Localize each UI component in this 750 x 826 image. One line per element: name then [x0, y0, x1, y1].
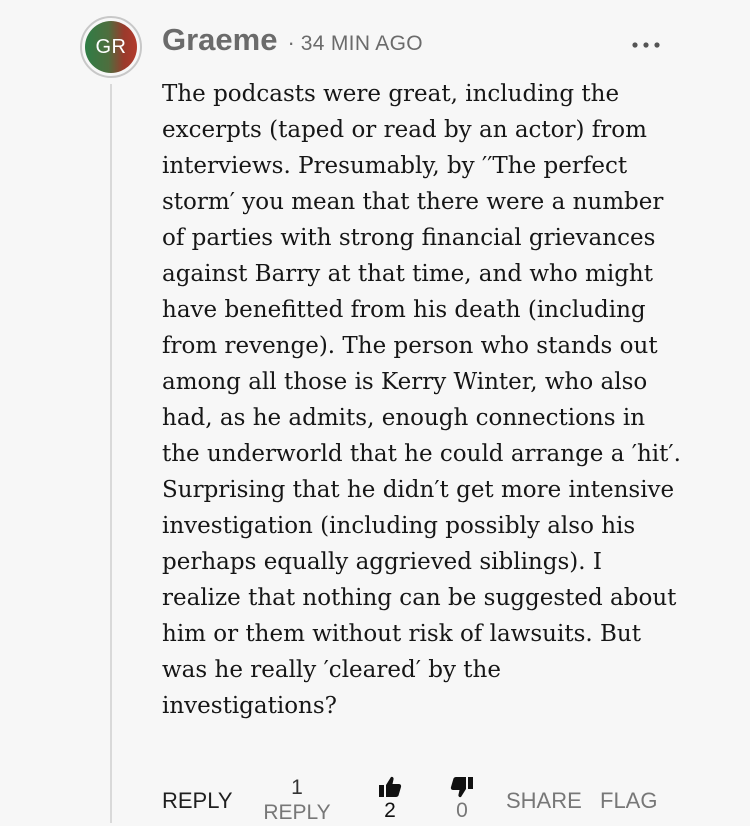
comment: GR Graeme · 34 MIN AGO The podcasts were…: [0, 0, 750, 826]
thumbs-up-icon: [370, 776, 410, 798]
avatar[interactable]: GR: [80, 16, 142, 78]
upvote-count: 2: [384, 799, 396, 822]
replies-label: REPLY: [263, 801, 331, 824]
avatar-initials: GR: [85, 21, 137, 73]
separator-dot: ·: [287, 30, 295, 55]
share-button[interactable]: SHARE: [506, 788, 582, 814]
reply-button[interactable]: REPLY: [162, 788, 233, 814]
flag-button[interactable]: FLAG: [600, 788, 657, 814]
more-horizontal-icon[interactable]: [628, 30, 664, 60]
downvote-count: 0: [456, 799, 468, 822]
comment-body: The podcasts were great, including the e…: [162, 81, 681, 719]
replies-count-button[interactable]: 1 REPLY: [262, 776, 332, 826]
comment-header: Graeme · 34 MIN AGO: [162, 22, 423, 58]
thread-line: [110, 84, 112, 823]
comment-actions: REPLY 1 REPLY 2 0 SHARE FLAG: [162, 774, 682, 826]
thumbs-down-icon: [442, 776, 482, 798]
downvote-button[interactable]: 0: [442, 776, 482, 824]
replies-count: 1: [291, 776, 303, 799]
upvote-button[interactable]: 2: [370, 776, 410, 824]
author-name[interactable]: Graeme: [162, 22, 277, 58]
timestamp: 34 MIN AGO: [300, 32, 423, 55]
